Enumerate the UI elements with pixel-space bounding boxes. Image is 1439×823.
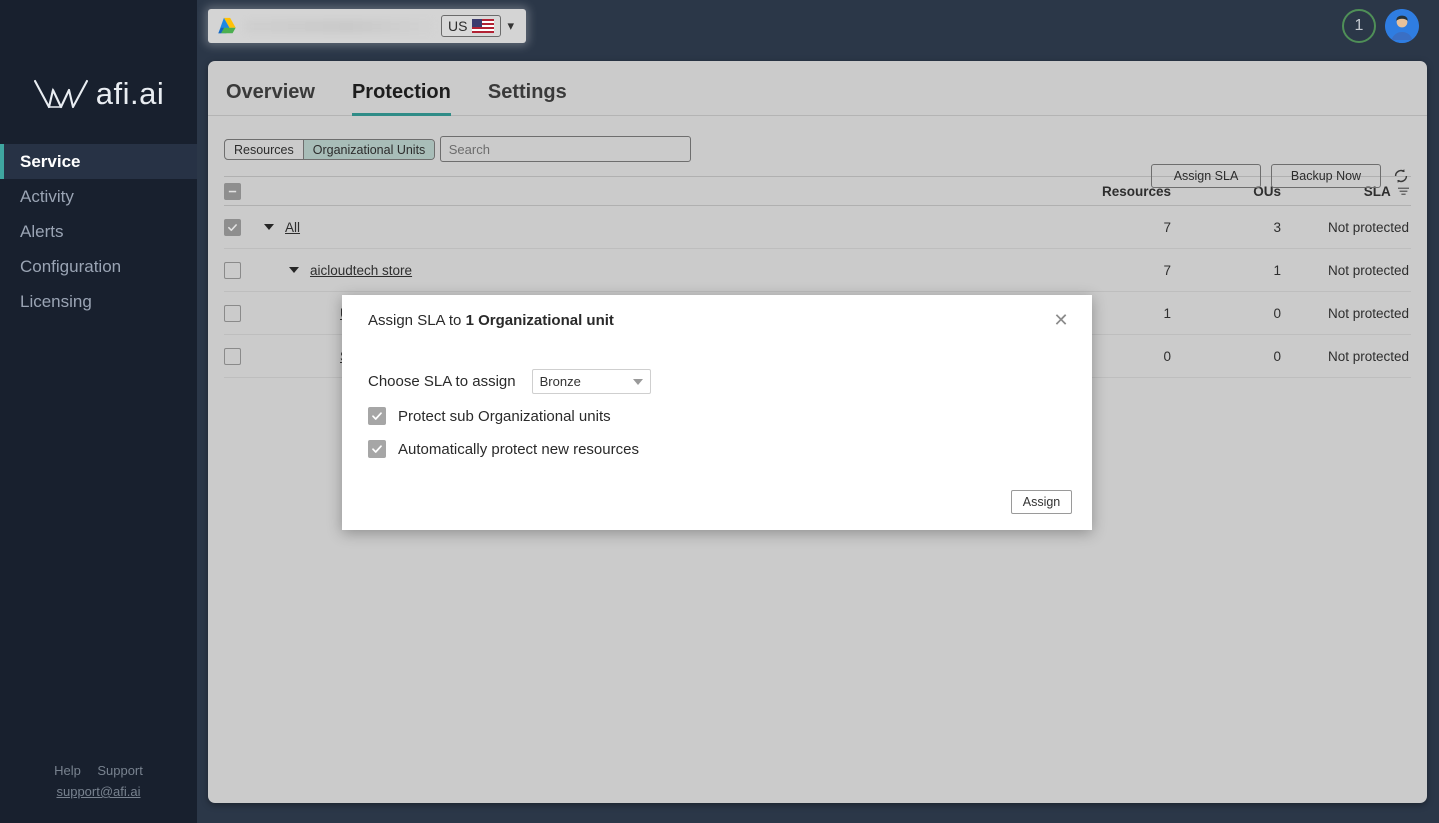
row-ous: 1: [1273, 262, 1281, 278]
tab-settings[interactable]: Settings: [488, 81, 567, 115]
check-icon: [372, 445, 382, 453]
sub-toolbar: Resources Organizational Units Assign SL…: [208, 116, 1427, 188]
sidebar-nav: Service Activity Alerts Configuration Li…: [0, 144, 197, 319]
toggle-organizational-units[interactable]: Organizational Units: [302, 140, 435, 159]
dialog-title: Assign SLA to 1 Organizational unit: [368, 312, 614, 329]
dialog-assign-button[interactable]: Assign: [1011, 490, 1072, 514]
row-sla-status: Not protected: [1327, 305, 1409, 321]
sla-select-label: Choose SLA to assign: [368, 373, 516, 390]
check-icon: [228, 223, 237, 231]
tab-overview[interactable]: Overview: [226, 81, 315, 115]
sidebar-item-activity[interactable]: Activity: [0, 179, 197, 214]
tab-bar: Overview Protection Settings: [208, 61, 1427, 116]
help-link[interactable]: Help: [54, 763, 81, 778]
refresh-button[interactable]: [1391, 166, 1411, 186]
check-icon: [372, 412, 382, 420]
toggle-label: Resources: [234, 142, 294, 157]
row-checkbox[interactable]: [224, 261, 241, 279]
refresh-icon: [1394, 169, 1408, 183]
row-ous: 3: [1273, 219, 1281, 235]
user-avatar-icon: [1385, 9, 1419, 43]
google-drive-icon: [218, 17, 236, 34]
support-link[interactable]: Support: [97, 763, 143, 778]
sidebar-item-label: Service: [20, 151, 81, 171]
app-root: afi.ai Service Activity Alerts Configura…: [0, 0, 1439, 823]
dialog-title-strong: 1 Organizational unit: [465, 312, 614, 329]
table-row[interactable]: aicloudtech store 7 1 Not protected: [224, 249, 1411, 292]
row-resources: 7: [1163, 219, 1171, 235]
sidebar-item-licensing[interactable]: Licensing: [0, 284, 197, 319]
sla-select-value: Bronze: [539, 374, 581, 389]
expand-caret-icon[interactable]: [289, 267, 299, 273]
search-input[interactable]: [439, 136, 691, 162]
row-ous: 0: [1273, 348, 1281, 364]
chevron-down-icon: ▾: [507, 18, 514, 33]
row-checkbox[interactable]: [224, 218, 241, 236]
sidebar-item-label: Activity: [20, 186, 74, 206]
auto-protect-row[interactable]: Automatically protect new resources: [368, 440, 639, 458]
view-toggle-group: Resources Organizational Units: [224, 139, 436, 160]
region-label: US: [448, 18, 468, 34]
avatar[interactable]: [1385, 9, 1419, 43]
row-resources: 7: [1163, 262, 1171, 278]
tab-label: Protection: [351, 81, 451, 103]
sidebar-item-service[interactable]: Service: [0, 144, 197, 179]
support-email-link[interactable]: support@afi.ai: [56, 784, 140, 799]
sidebar-item-alerts[interactable]: Alerts: [0, 214, 197, 249]
select-all-checkbox[interactable]: [224, 182, 241, 200]
us-flag-icon: [472, 19, 495, 33]
sidebar-item-label: Licensing: [20, 291, 92, 311]
auto-protect-label: Automatically protect new resources: [398, 440, 639, 458]
tab-protection[interactable]: Protection: [351, 81, 451, 116]
select-all-cell: [224, 182, 264, 200]
sidebar-footer: Help Support support@afi.ai: [0, 762, 197, 801]
row-name-cell: aicloudtech store: [264, 263, 1051, 278]
region-badge: US: [441, 15, 502, 37]
sla-select-row: Choose SLA to assign Bronze: [368, 369, 651, 394]
row-sla-status: Not protected: [1327, 219, 1409, 235]
protect-sub-ou-row[interactable]: Protect sub Organizational units: [368, 407, 611, 425]
sidebar-item-label: Alerts: [20, 221, 64, 241]
sidebar: afi.ai Service Activity Alerts Configura…: [0, 0, 197, 823]
sla-select[interactable]: Bronze: [531, 369, 651, 394]
expand-caret-icon[interactable]: [264, 224, 274, 230]
backup-now-button[interactable]: Backup Now: [1271, 164, 1381, 188]
toggle-label: Organizational Units: [312, 142, 426, 157]
row-sla-status: Not protected: [1327, 262, 1409, 278]
row-name-cell: All: [264, 220, 1051, 235]
row-ous: 0: [1273, 305, 1281, 321]
row-name-link[interactable]: aicloudtech store: [310, 263, 412, 278]
account-selector[interactable]: US ▾: [208, 9, 526, 43]
app-logo: afi.ai: [0, 58, 197, 130]
account-name-blurred: [245, 19, 434, 33]
dash-icon: [228, 190, 237, 192]
auto-protect-checkbox[interactable]: [368, 440, 386, 458]
assign-sla-dialog: Assign SLA to 1 Organizational unit ✕ Ch…: [342, 295, 1092, 530]
table-row[interactable]: All 7 3 Not protected: [224, 206, 1411, 249]
notification-count: 1: [1354, 17, 1364, 34]
afi-crown-logo-icon: [33, 79, 88, 109]
assign-sla-button[interactable]: Assign SLA: [1151, 164, 1261, 188]
protect-sub-ou-checkbox[interactable]: [368, 407, 386, 425]
row-checkbox[interactable]: [224, 304, 241, 322]
toggle-resources[interactable]: Resources: [225, 140, 303, 159]
close-icon[interactable]: ✕: [1050, 309, 1072, 331]
tab-label: Settings: [487, 81, 567, 103]
protect-sub-ou-label: Protect sub Organizational units: [398, 407, 611, 425]
sidebar-item-configuration[interactable]: Configuration: [0, 249, 197, 284]
toolbar-actions: Assign SLA Backup Now: [1151, 164, 1411, 188]
row-name-link[interactable]: All: [285, 220, 300, 235]
sidebar-item-label: Configuration: [20, 256, 122, 276]
tab-label: Overview: [226, 81, 315, 103]
brand-name: afi.ai: [95, 76, 165, 111]
chevron-down-icon: [632, 378, 643, 385]
row-checkbox[interactable]: [224, 347, 241, 365]
top-bar: US ▾ 1: [197, 0, 1439, 52]
row-sla-status: Not protected: [1327, 348, 1409, 364]
notification-badge[interactable]: 1: [1342, 9, 1376, 43]
dialog-title-prefix: Assign SLA to: [368, 312, 466, 329]
